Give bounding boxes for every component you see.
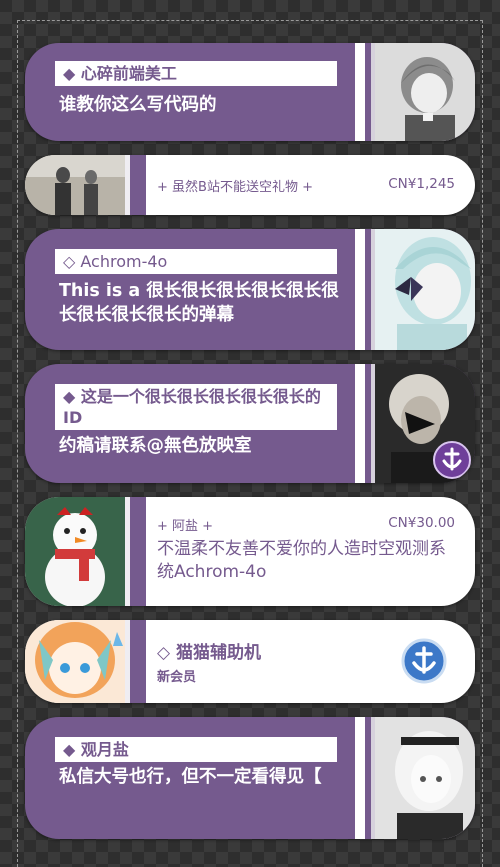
stripe [355, 43, 365, 141]
anime-girl-butterfly-avatar [375, 229, 475, 350]
superchat-username: ◆ 观月盐 [55, 737, 337, 762]
superchat-card: ◆ 这是一个很长很长很长很长很长的ID 约稿请联系@無色放映室 [25, 364, 475, 483]
superchat-username: ◆ 这是一个很长很长很长很长很长的ID [55, 384, 337, 430]
superchat-card: ◆ 心碎前端美工 谁教你这么写代码的 [25, 43, 475, 141]
figures-walking-image [25, 155, 125, 215]
superchat-username: ◇ Achrom-4o [55, 249, 337, 274]
stripe [355, 717, 365, 839]
stripe [130, 155, 146, 215]
stripe [130, 620, 146, 703]
gift-sender: + 虽然B站不能送空礼物 + [157, 180, 313, 195]
chibi-girl-image [25, 620, 125, 703]
snowman-image [25, 497, 125, 606]
anchor-badge-icon [433, 441, 471, 479]
stripe [355, 364, 365, 483]
stripe [130, 497, 146, 606]
gift-sender: + 阿盐 + [157, 519, 214, 534]
superchat-message: This is a 很长很长很长很长很长很长很长很长很长的弹幕 [59, 281, 339, 325]
superchat-message: 谁教你这么写代码的 [59, 95, 217, 115]
stripe [355, 229, 365, 350]
superchat-message: 约稿请联系@無色放映室 [59, 436, 252, 456]
white-hair-girl-avatar [375, 717, 475, 839]
superchat-username: ◆ 心碎前端美工 [55, 61, 337, 86]
gift-message: 不温柔不友善不爱你的人造时空观测系统Achrom-4o [157, 539, 446, 582]
member-name: ◇ 猫猫辅助机 [157, 643, 261, 663]
anime-girl-grey-hair-avatar [375, 43, 475, 141]
superchat-card: ◆ 观月盐 私信大号也行，但不一定看得见【 [25, 717, 475, 839]
gift-price: CN¥30.00 [388, 515, 455, 531]
member-card: ◇ 猫猫辅助机 新会员 [25, 620, 475, 703]
gift-card: + 阿盐 + CN¥30.00 不温柔不友善不爱你的人造时空观测系统Achrom… [25, 497, 475, 606]
superchat-card: ◇ Achrom-4o This is a 很长很长很长很长很长很长很长很长很长… [25, 229, 475, 350]
gift-card: + 虽然B站不能送空礼物 + CN¥1,245 [25, 155, 475, 215]
member-subtitle: 新会员 [157, 670, 197, 685]
anchor-badge-icon [401, 638, 447, 684]
superchat-message: 私信大号也行，但不一定看得见【 [59, 767, 322, 787]
gift-price: CN¥1,245 [388, 176, 455, 192]
